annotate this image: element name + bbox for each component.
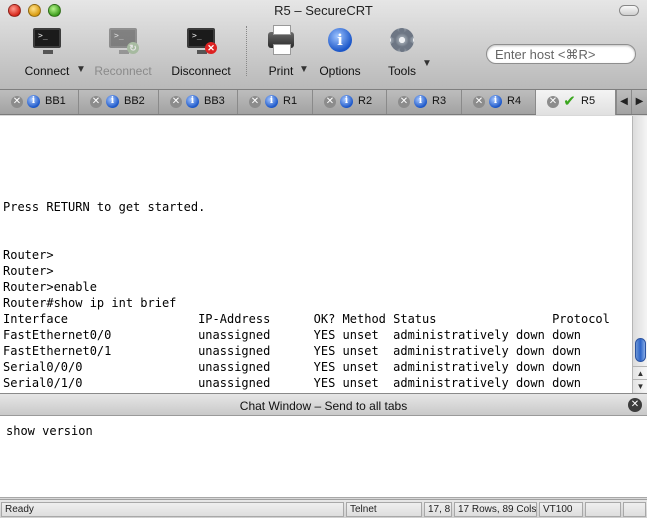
tools-menu-arrow-icon[interactable]: ▼ [422,58,432,69]
session-tab-bar: ✕ i BB1 ✕ i BB2 ✕ i BB3 ✕ i R1 ✕ i R2 ✕ … [0,90,647,115]
disconnect-button[interactable]: >_ ✕ Disconnect [168,26,234,82]
window-toolbar: R5 – SecureCRT >_ Connect ▼ >_ ↻ Reconne… [0,0,647,90]
gear-icon [386,26,418,56]
scrollbar-thumb[interactable] [635,338,646,362]
info-icon: i [265,95,278,108]
chat-window [0,416,647,498]
printer-icon [265,25,297,56]
options-label: Options [319,64,361,78]
terminal-view[interactable]: Press RETURN to get started. Router> Rou… [0,116,632,393]
info-icon: i [340,95,353,108]
connect-menu-arrow-icon[interactable]: ▼ [76,64,86,75]
status-cursor-position: 17, 8 [424,502,452,517]
toolbar-separator [246,26,247,76]
tab-close-icon[interactable]: ✕ [11,96,23,108]
info-icon: i [324,26,356,56]
tools-button[interactable]: Tools [384,26,420,82]
connect-button[interactable]: >_ Connect [22,26,72,82]
tab-label: R4 [507,95,522,107]
info-icon: i [489,95,502,108]
print-menu-arrow-icon[interactable]: ▼ [299,64,309,75]
tab-r5[interactable]: ✕ ✔ R5 [536,90,616,115]
status-bar: Ready Telnet 17, 8 17 Rows, 89 Cols VT10… [0,499,647,518]
connect-label: Connect [24,64,70,78]
tab-label: R2 [358,95,373,107]
monitor-icon: >_ [31,26,63,56]
monitor-disconnect-icon: >_ ✕ [185,26,217,56]
scroll-up-arrow-icon[interactable]: ▲ [633,366,647,379]
tab-r4[interactable]: ✕ i R4 [462,90,536,114]
status-terminal-size: 17 Rows, 89 Cols [454,502,537,517]
status-emulation: VT100 [539,502,583,517]
disconnect-label: Disconnect [171,64,231,78]
tab-label: R5 [581,95,596,107]
info-icon: i [106,95,119,108]
print-button[interactable]: Print [264,25,298,82]
status-extra-cell [585,502,621,517]
scroll-down-arrow-icon[interactable]: ▼ [633,379,647,392]
checkmark-icon: ✔ [563,92,576,110]
info-icon: i [27,95,40,108]
enter-host-field[interactable] [486,44,636,64]
chat-input[interactable] [6,424,636,488]
tab-label: BB3 [204,95,225,107]
tab-close-icon[interactable]: ✕ [170,96,182,108]
tab-r3[interactable]: ✕ i R3 [387,90,462,114]
tab-close-icon[interactable]: ✕ [398,96,410,108]
print-label: Print [268,64,294,78]
chat-window-title: Chat Window – Send to all tabs [239,399,408,413]
options-button[interactable]: i Options [316,26,364,82]
tab-close-icon[interactable]: ✕ [324,96,336,108]
tab-label: R3 [432,95,447,107]
status-protocol: Telnet [346,502,422,517]
tab-r2[interactable]: ✕ i R2 [313,90,387,114]
tab-scroll-right-button[interactable]: ▶ [631,90,647,114]
status-ready: Ready [1,502,344,517]
reconnect-button[interactable]: >_ ↻ Reconnect [92,26,154,82]
status-extra-cell-2 [623,502,646,517]
window-title: R5 – SecureCRT [274,3,373,18]
tab-r1[interactable]: ✕ i R1 [238,90,313,114]
tools-label: Tools [387,64,416,78]
tab-close-icon[interactable]: ✕ [90,96,102,108]
tab-scroll-left-button[interactable]: ◀ [616,90,631,114]
reconnect-label: Reconnect [94,64,152,78]
tab-bb1[interactable]: ✕ i BB1 [0,90,79,114]
info-icon: i [414,95,427,108]
enter-host-input[interactable] [495,47,629,62]
tab-label: BB1 [45,95,66,107]
tab-close-icon[interactable]: ✕ [547,96,559,108]
toolbar-toggle-button[interactable] [619,5,639,16]
tab-label: R1 [283,95,298,107]
info-icon: i [186,95,199,108]
monitor-reconnect-icon: >_ ↻ [107,26,139,56]
tab-bb2[interactable]: ✕ i BB2 [79,90,159,114]
chat-window-header: Chat Window – Send to all tabs ✕ [0,393,647,416]
tab-close-icon[interactable]: ✕ [249,96,261,108]
terminal-output: Press RETURN to get started. Router> Rou… [3,200,610,393]
tab-close-icon[interactable]: ✕ [473,96,485,108]
chat-close-icon[interactable]: ✕ [628,398,642,412]
terminal-scrollbar[interactable]: ▲ ▼ [632,116,647,393]
tab-label: BB2 [124,95,145,107]
tab-bb3[interactable]: ✕ i BB3 [159,90,238,114]
